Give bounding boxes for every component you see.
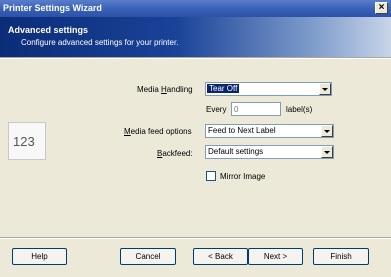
back-button[interactable]: < Back — [193, 248, 248, 265]
media-feed-value: Feed to Next Label — [208, 126, 276, 135]
close-button[interactable]: × — [375, 2, 388, 14]
wizard-window: Printer Settings Wizard × Advanced setti… — [0, 0, 391, 277]
every-count-input[interactable] — [232, 103, 280, 115]
media-feed-label-accel: M — [124, 127, 131, 136]
mirror-image-checkbox[interactable] — [206, 171, 216, 181]
header-divider — [0, 57, 391, 59]
backfeed-label-post: ackfeed: — [162, 149, 193, 158]
media-handling-label-pre: Media — [137, 85, 162, 94]
window-title: Printer Settings Wizard — [3, 3, 102, 13]
wizard-header: Advanced settings Configure advanced set… — [0, 17, 391, 57]
backfeed-select[interactable]: Default settings — [205, 145, 334, 159]
label-preview: 123 — [8, 122, 46, 160]
chevron-down-icon[interactable] — [321, 125, 333, 137]
every-suffix-label: label(s) — [286, 105, 313, 114]
title-bar[interactable]: Printer Settings Wizard × — [0, 0, 391, 17]
every-label: Every — [206, 105, 227, 114]
next-button[interactable]: Next > — [248, 248, 303, 265]
chevron-down-icon[interactable] — [321, 146, 333, 158]
media-handling-label: Media Handling — [137, 85, 193, 94]
help-button[interactable]: Help — [12, 248, 67, 265]
backfeed-value: Default settings — [208, 147, 264, 156]
header-subtitle: Configure advanced settings for your pri… — [21, 38, 179, 47]
media-handling-value: Tear Off — [207, 84, 240, 93]
close-icon: × — [378, 2, 385, 13]
every-count-field[interactable] — [231, 102, 281, 116]
backfeed-label: Backfeed: — [157, 149, 193, 158]
header-title: Advanced settings — [8, 25, 89, 35]
chevron-down-icon[interactable] — [319, 83, 331, 95]
media-handling-label-post: andling — [166, 85, 193, 94]
media-feed-select[interactable]: Feed to Next Label — [205, 124, 334, 138]
media-feed-label: Media feed options — [124, 127, 192, 136]
footer-divider — [0, 237, 391, 239]
cancel-button[interactable]: Cancel — [120, 248, 176, 265]
label-preview-text: 123 — [13, 134, 35, 149]
media-feed-label-post: edia feed options — [130, 127, 192, 136]
mirror-image-label[interactable]: Mirror Image — [220, 172, 265, 181]
media-handling-select[interactable]: Tear Off — [205, 82, 332, 96]
finish-button[interactable]: Finish — [313, 248, 369, 265]
